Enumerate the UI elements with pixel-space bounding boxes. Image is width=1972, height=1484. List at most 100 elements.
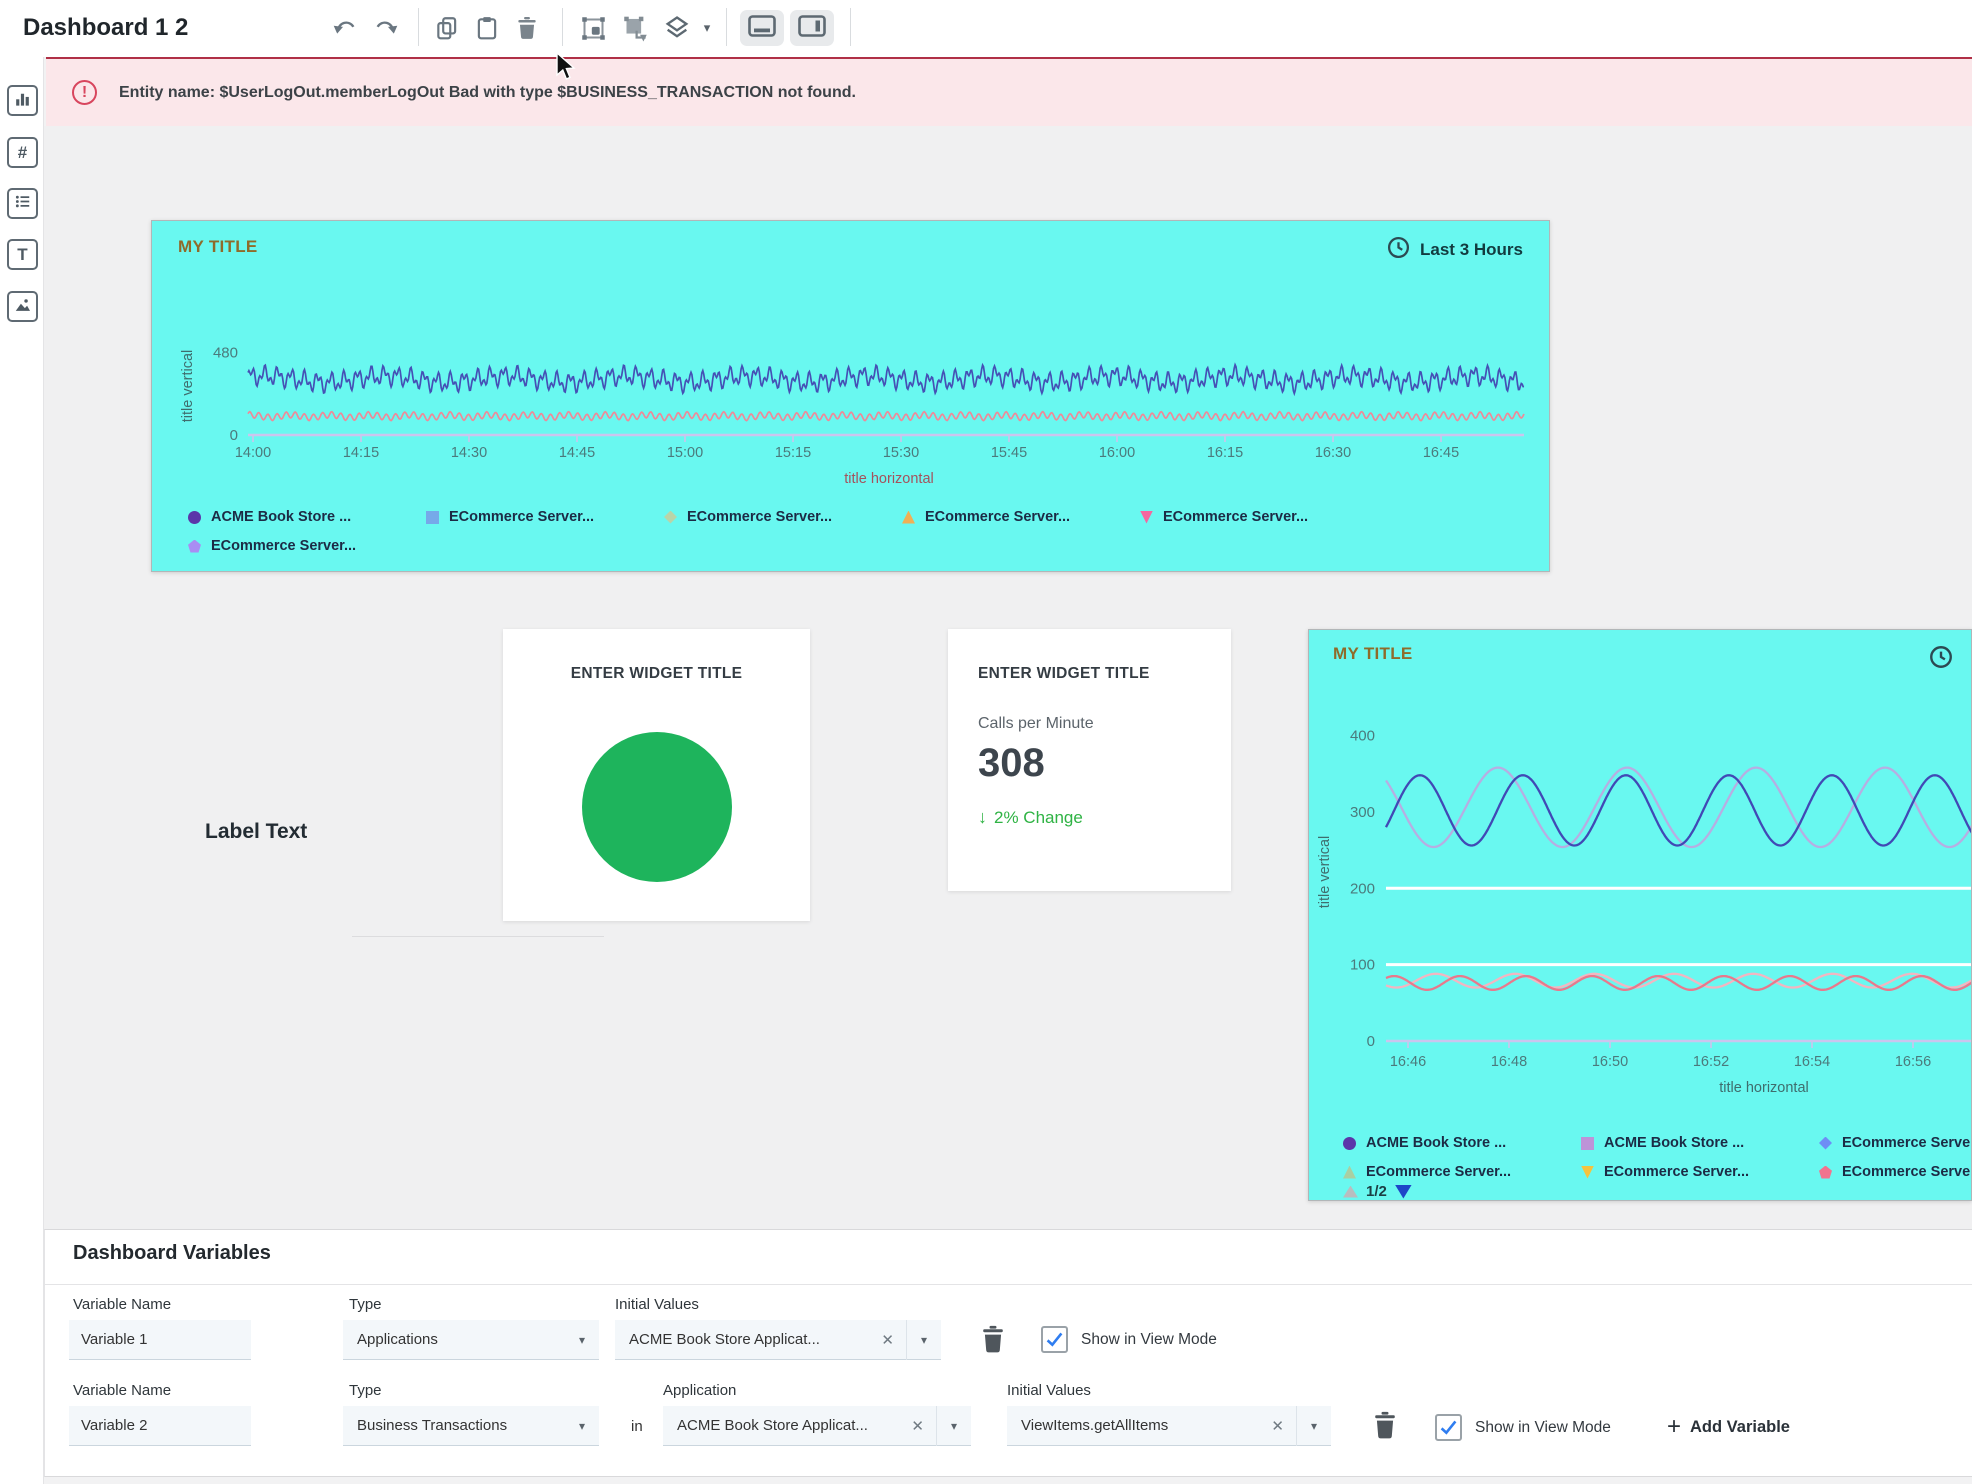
redo-button[interactable] (370, 13, 400, 43)
metric-widget[interactable]: ENTER WIDGET TITLE Calls per Minute 308 … (948, 629, 1231, 891)
remove-value-icon[interactable]: ✕ (899, 1417, 936, 1435)
initial-values-label: Initial Values (1007, 1382, 1091, 1399)
legend-pagination: 1/2 (1343, 1183, 1412, 1200)
sidebar-item-chart-widget[interactable] (7, 85, 38, 116)
legend-label: ECommerce Server... (211, 538, 356, 554)
delete-variable-button[interactable] (979, 1324, 1007, 1359)
y-tick-label: 200 (1350, 880, 1375, 897)
diamond-marker-icon (664, 511, 677, 524)
trash-icon (514, 15, 540, 41)
series-line (1386, 775, 1972, 845)
sidebar-item-number-widget[interactable]: # (7, 137, 38, 168)
x-tick-label: 16:45 (1423, 445, 1459, 461)
legend-item[interactable]: ACME Book Store ... (1581, 1135, 1819, 1151)
triangle-up-marker-icon (902, 511, 915, 524)
page-down-icon[interactable] (1395, 1185, 1412, 1199)
legend-item[interactable]: ECommerce Server... (426, 509, 664, 525)
caret-down-icon[interactable]: ▾ (937, 1419, 971, 1433)
in-label: in (631, 1418, 643, 1435)
page-up-icon[interactable] (1343, 1186, 1358, 1198)
legend-item[interactable]: ECommerce Server... (1343, 1164, 1581, 1180)
widget-title: ENTER WIDGET TITLE (503, 665, 810, 683)
legend-label: ECommerce Server... (1842, 1164, 1972, 1180)
copy-button[interactable] (432, 13, 462, 43)
legend-item[interactable]: ECommerce Server... (1140, 509, 1378, 525)
remove-value-icon[interactable]: ✕ (869, 1331, 906, 1349)
legend-item[interactable]: ECommerce Server... (1581, 1164, 1819, 1180)
diamond-marker-icon (1819, 1137, 1832, 1150)
legend-label: ECommerce Server... (1163, 509, 1308, 525)
ungroup-button[interactable] (620, 13, 650, 43)
delete-variable-button[interactable] (1371, 1410, 1399, 1445)
show-in-view-mode-checkbox[interactable] (1435, 1414, 1462, 1441)
toggle-right-panel-button[interactable] (790, 10, 834, 46)
legend-item[interactable]: ACME Book Store ... (1343, 1135, 1581, 1151)
error-message: Entity name: $UserLogOut.memberLogOut Ba… (119, 84, 856, 102)
caret-down-icon[interactable]: ▾ (1297, 1419, 1331, 1433)
legend-item[interactable]: ECommerce Server... (1819, 1135, 1972, 1151)
legend-item[interactable]: ECommerce Server... (188, 538, 426, 554)
pentagon-marker-icon (1819, 1166, 1832, 1179)
initial-values-chip[interactable]: ACME Book Store Applicat... ✕ ▾ (615, 1320, 941, 1360)
legend-item[interactable]: ECommerce Server... (902, 509, 1140, 525)
pie-chart-widget[interactable]: ENTER WIDGET TITLE (503, 629, 810, 921)
paste-icon (474, 15, 500, 41)
metric-change-label: 2% Change (994, 808, 1083, 828)
y-axis-title: title vertical (1317, 836, 1333, 909)
hash-icon: # (18, 143, 27, 163)
toggle-bottom-panel-button[interactable] (740, 10, 784, 46)
timeseries-chart-widget-2[interactable]: MY TITLE 16:4616:4816:5016:5216:5416:564… (1308, 629, 1972, 1201)
series-line (248, 412, 1524, 421)
layers-menu-caret[interactable]: ▾ (697, 13, 717, 43)
bar-chart-icon (13, 89, 32, 113)
paste-button[interactable] (472, 13, 502, 43)
caret-down-icon: ▾ (579, 1333, 585, 1347)
type-select[interactable]: Applications ▾ (343, 1320, 599, 1360)
y-tick-label: 100 (1350, 957, 1375, 974)
show-in-view-mode-label: Show in View Mode (1475, 1419, 1611, 1437)
sidebar-item-image-widget[interactable] (7, 291, 38, 322)
dashboard-editor: Dashboard 1 2 ▾ (0, 0, 1972, 1484)
metric-label: Calls per Minute (978, 715, 1094, 733)
x-tick-label: 15:30 (883, 445, 919, 461)
redo-icon (372, 15, 399, 42)
pentagon-marker-icon (188, 540, 201, 553)
show-in-view-mode-checkbox[interactable] (1041, 1326, 1068, 1353)
initial-values-chip[interactable]: ViewItems.getAllItems ✕ ▾ (1007, 1406, 1331, 1446)
layers-button[interactable] (662, 13, 692, 43)
label-text-widget[interactable]: Label Text (205, 820, 307, 844)
add-variable-button[interactable]: + Add Variable (1667, 1413, 1790, 1441)
sidebar-item-list-widget[interactable] (7, 188, 38, 219)
x-tick-label: 16:48 (1491, 1054, 1527, 1070)
dashboard-title: Dashboard 1 2 (23, 14, 188, 42)
widget-title: ENTER WIDGET TITLE (978, 665, 1150, 683)
x-tick-label: 15:45 (991, 445, 1027, 461)
x-tick-label: 16:56 (1895, 1054, 1931, 1070)
type-label: Type (349, 1382, 382, 1399)
legend-item[interactable]: ECommerce Server... (664, 509, 902, 525)
type-select-value: Business Transactions (357, 1417, 507, 1434)
application-chip[interactable]: ACME Book Store Applicat... ✕ ▾ (663, 1406, 971, 1446)
metric-value: 308 (978, 741, 1045, 786)
x-tick-label: 14:15 (343, 445, 379, 461)
top-toolbar: Dashboard 1 2 ▾ (0, 0, 1972, 57)
legend-item[interactable]: ACME Book Store ... (188, 509, 426, 525)
x-axis-title: title horizontal (844, 471, 933, 487)
type-select[interactable]: Business Transactions ▾ (343, 1406, 599, 1446)
sidebar-item-text-widget[interactable]: T (7, 239, 38, 270)
widget-boundary-line (352, 936, 604, 937)
list-icon (13, 192, 32, 216)
legend-label: ECommerce Server... (1604, 1164, 1749, 1180)
group-button[interactable] (578, 13, 608, 43)
initial-values-label: Initial Values (615, 1296, 699, 1313)
delete-button[interactable] (512, 13, 542, 43)
variable-name-input[interactable] (69, 1406, 251, 1446)
remove-value-icon[interactable]: ✕ (1259, 1417, 1296, 1435)
x-tick-label: 16:52 (1693, 1054, 1729, 1070)
caret-down-icon[interactable]: ▾ (907, 1333, 941, 1347)
x-tick-label: 16:46 (1390, 1054, 1426, 1070)
legend-item[interactable]: ECommerce Server... (1819, 1164, 1972, 1180)
undo-button[interactable] (330, 13, 360, 43)
timeseries-chart-widget-1[interactable]: MY TITLE Last 3 Hours 14:0014:1514:3014:… (151, 220, 1550, 572)
variable-name-input[interactable] (69, 1320, 251, 1360)
